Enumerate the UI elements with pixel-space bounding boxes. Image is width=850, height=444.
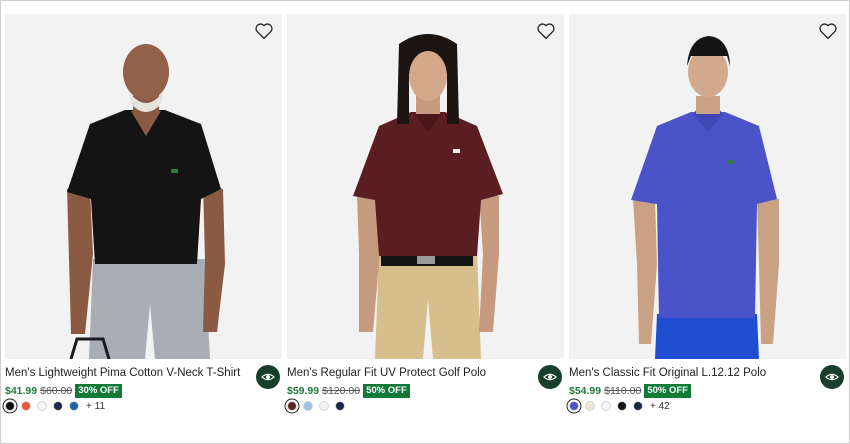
wishlist-heart-icon[interactable] <box>536 22 556 40</box>
color-swatches: + 11 <box>5 400 105 412</box>
color-swatch[interactable] <box>335 401 345 411</box>
product-card[interactable]: Men's Regular Fit UV Protect Golf Polo $… <box>287 14 564 434</box>
color-swatch[interactable] <box>633 401 643 411</box>
color-swatch[interactable] <box>287 401 297 411</box>
original-price: $110.00 <box>604 385 642 397</box>
color-swatch[interactable] <box>601 401 611 411</box>
more-colors-count[interactable]: + 42 <box>650 401 670 412</box>
eye-icon <box>825 373 839 381</box>
quick-view-button[interactable] <box>820 365 844 389</box>
more-colors-count[interactable]: + 11 <box>86 401 105 412</box>
price-row: $59.99 $120.00 50% OFF <box>287 383 410 399</box>
product-image[interactable] <box>5 14 282 359</box>
color-swatch[interactable] <box>569 401 579 411</box>
product-title[interactable]: Men's Lightweight Pima Cotton V-Neck T-S… <box>5 366 250 380</box>
color-swatch[interactable] <box>303 401 313 411</box>
color-swatch[interactable] <box>585 401 595 411</box>
discount-badge: 50% OFF <box>363 384 410 398</box>
product-image[interactable] <box>287 14 564 359</box>
color-swatches <box>287 400 351 412</box>
product-title[interactable]: Men's Regular Fit UV Protect Golf Polo <box>287 366 532 380</box>
product-card[interactable]: Men's Classic Fit Original L.12.12 Polo … <box>569 14 846 434</box>
original-price: $60.00 <box>40 385 73 397</box>
original-price: $120.00 <box>322 385 361 397</box>
color-swatch[interactable] <box>5 401 15 411</box>
product-title[interactable]: Men's Classic Fit Original L.12.12 Polo <box>569 366 814 380</box>
quick-view-button[interactable] <box>538 365 562 389</box>
product-card[interactable]: Men's Lightweight Pima Cotton V-Neck T-S… <box>5 14 282 434</box>
color-swatch[interactable] <box>53 401 63 411</box>
eye-icon <box>543 373 557 381</box>
sale-price: $54.99 <box>569 385 602 397</box>
discount-badge: 50% OFF <box>644 384 691 398</box>
color-swatches: + 42 <box>569 400 670 412</box>
wishlist-heart-icon[interactable] <box>254 22 274 40</box>
color-swatch[interactable] <box>319 401 329 411</box>
color-swatch[interactable] <box>21 401 31 411</box>
product-image[interactable] <box>569 14 846 359</box>
product-photo-man-black-tshirt <box>5 14 282 359</box>
color-swatch[interactable] <box>69 401 79 411</box>
color-swatch[interactable] <box>37 401 47 411</box>
quick-view-button[interactable] <box>256 365 280 389</box>
eye-icon <box>261 373 275 381</box>
price-row: $41.99 $60.00 30% OFF <box>5 383 122 399</box>
sale-price: $41.99 <box>5 385 38 397</box>
discount-badge: 30% OFF <box>75 384 122 398</box>
product-grid: Men's Lightweight Pima Cotton V-Neck T-S… <box>0 0 850 444</box>
sale-price: $59.99 <box>287 385 320 397</box>
product-photo-man-blue-polo <box>569 14 846 359</box>
wishlist-heart-icon[interactable] <box>818 22 838 40</box>
price-row: $54.99 $110.00 50% OFF <box>569 383 691 399</box>
color-swatch[interactable] <box>617 401 627 411</box>
product-photo-man-burgundy-polo <box>287 14 564 359</box>
